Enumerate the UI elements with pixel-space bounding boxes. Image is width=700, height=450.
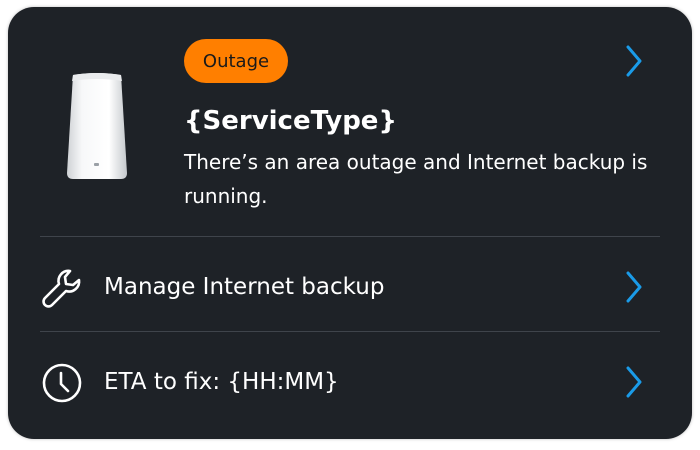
manage-internet-backup-row[interactable]: Manage Internet backup: [8, 240, 692, 334]
wrench-icon: [42, 269, 81, 308]
outage-description: There’s an area outage and Internet back…: [184, 150, 648, 208]
outage-badge: Outage: [184, 39, 288, 83]
service-type-title: {ServiceType}: [184, 106, 397, 136]
divider: [40, 331, 660, 332]
chevron-right-icon: [626, 366, 642, 398]
chevron-right-icon: [626, 271, 642, 303]
manage-internet-backup-label: Manage Internet backup: [104, 274, 385, 300]
divider: [40, 236, 660, 237]
eta-to-fix-label: ETA to fix: {HH:MM}: [104, 369, 339, 395]
router-device-icon: [67, 73, 127, 179]
eta-to-fix-row[interactable]: ETA to fix: {HH:MM}: [8, 335, 692, 429]
outage-card: Outage {ServiceType} There’s an area out…: [8, 7, 692, 439]
chevron-right-icon[interactable]: [620, 41, 648, 81]
clock-icon: [42, 363, 82, 403]
